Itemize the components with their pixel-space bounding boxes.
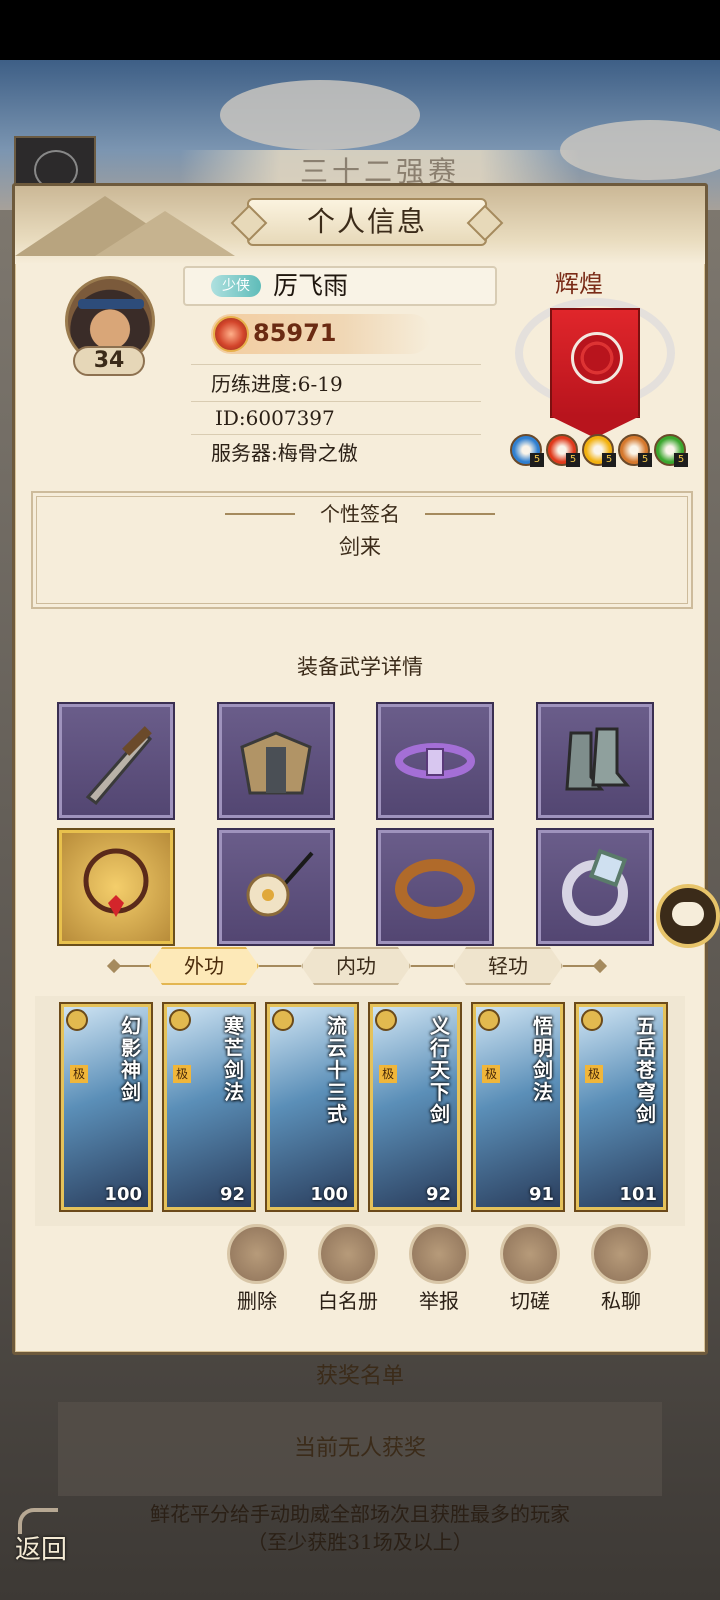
divider bbox=[191, 434, 481, 435]
wood-element-icon[interactable]: 5 bbox=[654, 434, 688, 467]
sun-element-icon[interactable]: 5 bbox=[582, 434, 616, 467]
skill-name: 幻影神剑 bbox=[121, 1014, 141, 1104]
equipment-slot-necklace[interactable] bbox=[59, 830, 173, 944]
tab-external-skill[interactable]: 外功 bbox=[149, 947, 259, 985]
panel-title: 个人信息 bbox=[247, 198, 487, 246]
skill-rank: 极 bbox=[585, 1065, 603, 1083]
player-level: 34 bbox=[73, 346, 145, 376]
skill-level: 92 bbox=[219, 1184, 245, 1205]
equipment-slot-belt[interactable] bbox=[378, 704, 492, 818]
equipment-slot-armor[interactable] bbox=[219, 704, 333, 818]
equipment-section-title: 装备武学详情 bbox=[297, 655, 423, 679]
personal-info-panel: 个人信息 34 少侠 厉飞雨 85971 历练进度:6-19 ID:600739… bbox=[12, 183, 708, 1355]
action-button-4[interactable]: 私聊 bbox=[588, 1224, 654, 1316]
rank-label: 辉煌 bbox=[555, 270, 603, 298]
skill-rank: 极 bbox=[482, 1065, 500, 1083]
delete-friend-icon bbox=[227, 1224, 287, 1284]
skill-level: 100 bbox=[310, 1184, 348, 1205]
skill-name: 寒芒剑法 bbox=[224, 1014, 244, 1104]
skill-rank: 极 bbox=[173, 1065, 191, 1083]
water-element-icon[interactable]: 5 bbox=[510, 434, 544, 467]
skill-type-badge-icon bbox=[169, 1009, 191, 1031]
divider bbox=[191, 401, 481, 402]
action-label: 举报 bbox=[419, 1289, 459, 1313]
tab-lightness-skill[interactable]: 轻功 bbox=[453, 947, 563, 985]
skill-rank: 极 bbox=[379, 1065, 397, 1083]
equipment-slot-boots[interactable] bbox=[538, 704, 652, 818]
server-name: 服务器:梅骨之傲 bbox=[211, 441, 358, 465]
divider bbox=[563, 965, 595, 967]
skill-card[interactable]: 流云十三式 100 bbox=[267, 1004, 357, 1210]
report-book-icon bbox=[409, 1224, 469, 1284]
background-cloud bbox=[220, 80, 420, 150]
progress-text: 历练进度:6-19 bbox=[211, 372, 343, 396]
player-id: ID:6007397 bbox=[215, 406, 335, 430]
action-label: 切磋 bbox=[510, 1289, 550, 1313]
dragon-emblem-icon bbox=[571, 332, 623, 384]
skill-rank: 极 bbox=[70, 1065, 88, 1083]
spar-fist-icon bbox=[500, 1224, 560, 1284]
signature-title: 个性签名 bbox=[320, 502, 400, 526]
status-bar bbox=[0, 0, 720, 60]
skill-level: 91 bbox=[528, 1184, 554, 1205]
tab-internal-skill[interactable]: 内功 bbox=[301, 947, 411, 985]
skill-card[interactable]: 五岳苍穹剑 极 101 bbox=[576, 1004, 666, 1210]
divider bbox=[119, 965, 151, 967]
combat-power-icon bbox=[213, 316, 249, 352]
skill-name: 流云十三式 bbox=[327, 1014, 347, 1126]
rank-banner[interactable] bbox=[550, 308, 640, 438]
combat-power-value: 85971 bbox=[253, 319, 337, 347]
action-button-1[interactable]: 白名册 bbox=[315, 1224, 381, 1316]
reward-empty-text: 当前无人获奖 bbox=[293, 1436, 426, 1461]
skill-type-badge-icon bbox=[375, 1009, 397, 1031]
element-count: 5 bbox=[638, 453, 652, 467]
private-chat-icon bbox=[591, 1224, 651, 1284]
equipment-slot-hairpin[interactable] bbox=[219, 830, 333, 944]
action-button-2[interactable]: 举报 bbox=[406, 1224, 472, 1316]
tab-divider-dot bbox=[592, 958, 608, 974]
equipment-slot-bracer[interactable] bbox=[378, 830, 492, 944]
equipment-slot-weapon[interactable] bbox=[59, 704, 173, 818]
screen: 三十二强赛 个人信息 34 少侠 厉飞雨 85971 历练进度:6-19 ID:… bbox=[0, 0, 720, 1600]
element-count: 5 bbox=[674, 453, 688, 467]
skill-level: 101 bbox=[619, 1184, 657, 1205]
skill-type-badge-icon bbox=[272, 1009, 294, 1031]
fire-element-icon[interactable]: 5 bbox=[546, 434, 580, 467]
element-count: 5 bbox=[566, 453, 580, 467]
action-button-3[interactable]: 切磋 bbox=[497, 1224, 563, 1316]
divider bbox=[191, 364, 481, 365]
skill-name: 悟明剑法 bbox=[533, 1014, 553, 1104]
reward-list-title: 获奖名单 bbox=[315, 1364, 404, 1389]
whitelist-book-icon bbox=[318, 1224, 378, 1284]
skill-card[interactable]: 寒芒剑法极 92 bbox=[164, 1004, 254, 1210]
skill-card[interactable]: 悟明剑法极 91 bbox=[473, 1004, 563, 1210]
player-title-tag: 少侠 bbox=[211, 275, 261, 297]
skill-level: 100 bbox=[104, 1184, 142, 1205]
skill-name: 五岳苍穹剑 bbox=[636, 1014, 656, 1126]
action-label: 删除 bbox=[237, 1289, 277, 1313]
action-label: 私聊 bbox=[601, 1289, 641, 1313]
action-label: 白名册 bbox=[318, 1289, 378, 1313]
player-name: 厉飞雨 bbox=[273, 271, 349, 300]
signature-text: 剑来 bbox=[339, 535, 381, 559]
divider bbox=[411, 965, 453, 967]
skill-type-badge-icon bbox=[581, 1009, 603, 1031]
divider bbox=[425, 513, 495, 515]
earth-element-icon[interactable]: 5 bbox=[618, 434, 652, 467]
divider bbox=[259, 965, 301, 967]
skill-level: 92 bbox=[425, 1184, 451, 1205]
skill-card[interactable]: 幻影神剑极 100 bbox=[61, 1004, 151, 1210]
skill-type-badge-icon bbox=[478, 1009, 500, 1031]
action-button-0[interactable]: 删除 bbox=[224, 1224, 290, 1316]
element-count: 5 bbox=[602, 453, 616, 467]
skill-type-badge-icon bbox=[66, 1009, 88, 1031]
divider bbox=[225, 513, 295, 515]
chat-bubble-icon[interactable] bbox=[656, 884, 720, 948]
skill-card[interactable]: 义行天下剑 极 92 bbox=[370, 1004, 460, 1210]
element-count: 5 bbox=[530, 453, 544, 467]
back-button[interactable]: 返回 bbox=[6, 1520, 76, 1580]
reward-rule-text: 鲜花平分给手动助威全部场次且获胜最多的玩家（至少获胜31场及以上） bbox=[150, 1502, 570, 1554]
equipment-slot-ring[interactable] bbox=[538, 830, 652, 944]
skill-name: 义行天下剑 bbox=[430, 1014, 450, 1126]
